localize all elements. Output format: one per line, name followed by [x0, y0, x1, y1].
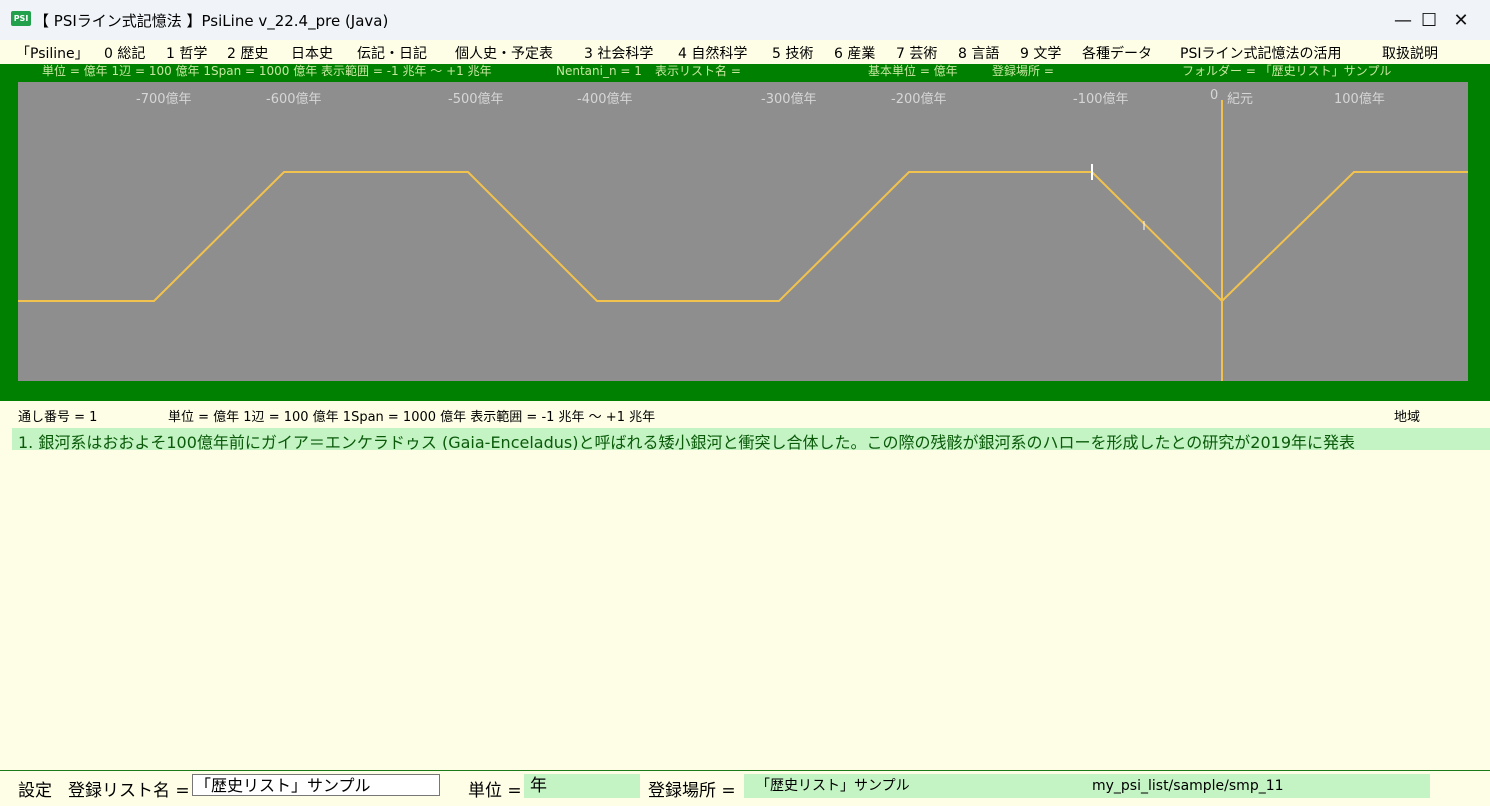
list-name-label: 登録リスト名 =	[68, 781, 190, 801]
menu-language[interactable]: 8 言語	[958, 43, 999, 63]
menu-philosophy[interactable]: 1 哲学	[166, 43, 207, 63]
title-bar[interactable]: PSI 【 PSIライン式記憶法 】PsiLine v_22.4_pre (Ja…	[0, 0, 1490, 40]
menu-social-science[interactable]: 3 社会科学	[584, 43, 653, 63]
entry-row[interactable]: 1. 銀河系はおおよそ100億年前にガイア＝エンケラドゥス (Gaia-Ence…	[12, 428, 1490, 450]
base-unit-status: 基本単位 = 億年	[868, 64, 958, 78]
app-icon: PSI	[11, 11, 31, 26]
timeline-panel: 単位 = 億年 1辺 = 100 億年 1Span = 1000 億年 表示範囲…	[0, 64, 1490, 401]
menu-usage[interactable]: PSIライン式記憶法の活用	[1180, 43, 1341, 63]
timeline-svg	[18, 100, 1468, 381]
serial-number: 通し番号 = 1	[18, 410, 98, 425]
menu-art[interactable]: 7 芸術	[896, 43, 937, 63]
close-button[interactable]: ✕	[1432, 0, 1490, 40]
menu-personal-history[interactable]: 個人史・予定表	[455, 43, 553, 63]
menu-natural-science[interactable]: 4 自然科学	[678, 43, 747, 63]
bottom-bar: 設定 登録リスト名 = 「歴史リスト」サンプル 単位 = 年 登録場所 = 「歴…	[0, 770, 1490, 806]
menu-manual[interactable]: 取扱説明	[1382, 43, 1438, 63]
place-path: my_psi_list/sample/smp_11	[1092, 778, 1284, 794]
list-name-input[interactable]: 「歴史リスト」サンプル	[192, 774, 440, 796]
region-label: 地域	[1394, 410, 1421, 425]
unit-label: 単位 =	[468, 781, 522, 801]
registration-place-status: 登録場所 =	[992, 64, 1054, 78]
folder-status: フォルダー = 「歴史リスト」サンプル	[1182, 64, 1392, 78]
place-value: 「歴史リスト」サンプル	[756, 778, 910, 794]
menu-history[interactable]: 2 歴史	[227, 43, 268, 63]
menu-japanese-history[interactable]: 日本史	[291, 43, 333, 63]
window-title: 【 PSIライン式記憶法 】PsiLine v_22.4_pre (Java)	[34, 12, 389, 30]
menu-general[interactable]: 0 総記	[104, 43, 145, 63]
place-field[interactable]: 「歴史リスト」サンプル my_psi_list/sample/smp_11	[744, 774, 1430, 798]
close-icon: ✕	[1453, 9, 1469, 31]
menu-biography[interactable]: 伝記・日記	[357, 43, 427, 63]
menu-technology[interactable]: 5 技術	[772, 43, 813, 63]
psi-line	[18, 171, 1468, 303]
display-list-status: 表示リスト名 =	[655, 64, 741, 78]
menu-bar: 「Psiline」 0 総記 1 哲学 2 歴史 日本史 伝記・日記 個人史・予…	[0, 40, 1490, 64]
menu-industry[interactable]: 6 産業	[834, 43, 875, 63]
place-label: 登録場所 =	[648, 781, 736, 801]
menu-literature[interactable]: 9 文学	[1020, 43, 1061, 63]
nentani-status: Nentani_n = 1	[556, 64, 642, 78]
menu-data[interactable]: 各種データ	[1082, 43, 1152, 63]
info-unit: 単位 = 億年 1辺 = 100 億年 1Span = 1000 億年 表示範囲…	[168, 410, 656, 425]
entry-text: 1. 銀河系はおおよそ100億年前にガイア＝エンケラドゥス (Gaia-Ence…	[18, 433, 1356, 450]
unit-status: 単位 = 億年 1辺 = 100 億年 1Span = 1000 億年 表示範囲…	[42, 64, 492, 78]
settings-button[interactable]: 設定	[18, 776, 52, 801]
unit-value[interactable]: 年	[524, 774, 640, 798]
maximize-button[interactable]: ☐	[1372, 0, 1437, 40]
menu-psiline[interactable]: 「Psiline」	[16, 43, 89, 63]
timeline-chart[interactable]: -700億年 -600億年 -500億年 -400億年 -300億年 -200億…	[18, 82, 1468, 381]
